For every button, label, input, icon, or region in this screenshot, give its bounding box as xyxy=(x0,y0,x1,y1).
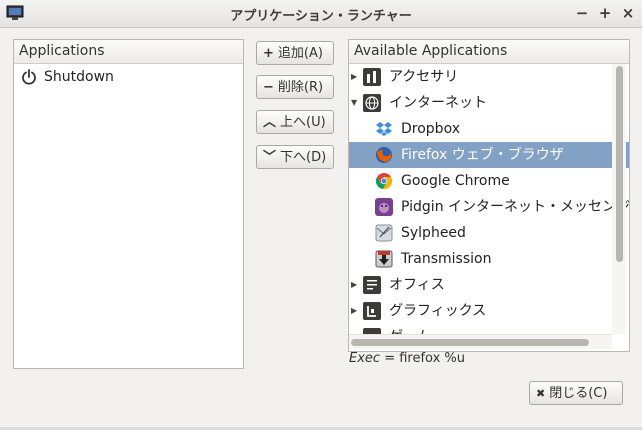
tree-category-internet[interactable]: ▼ インターネット xyxy=(349,90,629,116)
tree-item-google-chrome[interactable]: Google Chrome xyxy=(349,168,629,194)
tree-category-graphics[interactable]: ▶ グラフィックス xyxy=(349,298,629,324)
close-window-button[interactable]: × xyxy=(618,3,638,23)
close-button[interactable]: ✖ 閉じる(C) xyxy=(529,381,623,405)
window-title: アプリケーション・ランチャー xyxy=(230,9,412,24)
maximize-button[interactable]: + xyxy=(595,3,615,23)
tree-item-label: Google Chrome xyxy=(401,173,510,189)
move-down-button-label: 下へ(D) xyxy=(280,150,327,165)
exec-separator: = xyxy=(380,351,400,366)
tree-item-label: インターネット xyxy=(389,95,487,111)
move-up-button-label: 上へ(U) xyxy=(280,115,326,130)
tree-item-pidgin[interactable]: Pidgin インターネット・メッセンジャー xyxy=(349,194,629,220)
available-applications-header[interactable]: Available Applications xyxy=(349,40,629,64)
expander-expanded-icon[interactable]: ▼ xyxy=(351,90,357,116)
tree-item-sylpheed[interactable]: Sylpheed xyxy=(349,220,629,246)
applications-header[interactable]: Applications xyxy=(14,40,243,64)
tree-category-office[interactable]: ▶ オフィス xyxy=(349,272,629,298)
exec-value: firefox %u xyxy=(399,351,466,366)
transmission-icon xyxy=(375,250,393,268)
chevron-up-icon: ︿ xyxy=(263,115,277,130)
launcher-window: アプリケーション・ランチャー − + × Applications Shutdo… xyxy=(0,0,642,430)
expander-collapsed-icon[interactable]: ▶ xyxy=(351,272,357,298)
dropbox-icon xyxy=(376,122,392,136)
graphics-icon xyxy=(363,302,381,320)
tree-category-accessories[interactable]: ▶ アクセサリ xyxy=(349,64,629,90)
expander-collapsed-icon[interactable]: ▶ xyxy=(351,298,357,324)
list-item-shutdown[interactable]: Shutdown xyxy=(14,64,243,90)
tree-item-dropbox[interactable]: Dropbox xyxy=(349,116,629,142)
accessories-icon xyxy=(363,68,381,86)
minimize-button[interactable]: − xyxy=(572,3,592,23)
power-icon xyxy=(22,69,36,85)
exec-key: Exec xyxy=(349,351,381,366)
sylpheed-icon xyxy=(375,224,393,242)
close-button-label: 閉じる(C) xyxy=(549,386,608,401)
globe-icon xyxy=(363,94,381,112)
tree-item-label: グラフィックス xyxy=(389,303,487,319)
plus-icon: + xyxy=(263,46,274,61)
chevron-down-icon: ﹀ xyxy=(263,150,277,165)
applications-list[interactable]: Applications Shutdown xyxy=(13,39,244,369)
vertical-scrollbar-thumb[interactable] xyxy=(616,66,623,262)
move-up-button[interactable]: ︿ 上へ(U) xyxy=(256,110,334,134)
tree-item-label: Sylpheed xyxy=(401,225,466,241)
tree-item-label: Firefox ウェブ・ブラウザ xyxy=(401,147,564,163)
available-applications-tree[interactable]: Available Applications ▶ アクセサリ ▼ インターネット xyxy=(348,39,630,352)
add-button-label: 追加(A) xyxy=(277,46,323,61)
exec-command-line: Exec = firefox %u xyxy=(349,351,465,366)
remove-button[interactable]: − 削除(R) xyxy=(256,75,334,99)
tree-item-label: アクセサリ xyxy=(389,69,459,85)
move-down-button[interactable]: ﹀ 下へ(D) xyxy=(256,145,334,169)
close-icon: ✖ xyxy=(536,387,546,400)
tree-item-label: オフィス xyxy=(389,277,445,293)
pidgin-icon xyxy=(375,198,393,216)
expander-collapsed-icon[interactable]: ▶ xyxy=(351,64,357,90)
firefox-icon xyxy=(376,147,392,163)
minus-icon: − xyxy=(263,80,274,95)
list-item-label: Shutdown xyxy=(44,69,114,85)
title-bar[interactable]: アプリケーション・ランチャー − + × xyxy=(0,0,642,28)
add-button[interactable]: + 追加(A) xyxy=(256,41,334,65)
tree-item-label: Dropbox xyxy=(401,121,460,137)
tree-item-transmission[interactable]: Transmission xyxy=(349,246,629,272)
tree-item-firefox[interactable]: Firefox ウェブ・ブラウザ xyxy=(349,142,629,168)
remove-button-label: 削除(R) xyxy=(277,80,324,95)
office-icon xyxy=(363,276,381,294)
chrome-icon xyxy=(375,172,393,190)
tree-item-label: Pidgin インターネット・メッセンジャー xyxy=(401,199,629,215)
horizontal-scrollbar-thumb[interactable] xyxy=(351,339,589,346)
tree-item-label: Transmission xyxy=(401,251,492,267)
